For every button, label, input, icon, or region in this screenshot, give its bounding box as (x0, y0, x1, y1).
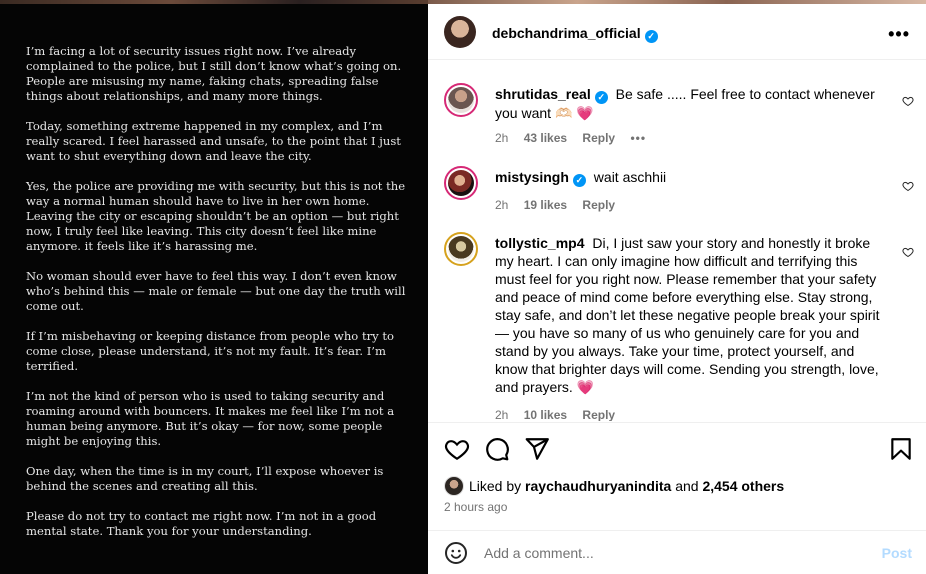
post-comment-button[interactable]: Post (882, 545, 912, 561)
reply-button[interactable]: Reply (582, 408, 615, 421)
comments-list: shrutidas_real ✓ Be safe ..... Feel free … (428, 61, 926, 421)
comment-likes[interactable]: 10 likes (524, 408, 567, 421)
comment-like-heart-icon[interactable] (902, 95, 914, 107)
comment-likes[interactable]: 43 likes (524, 131, 567, 145)
comment-likes[interactable]: 19 likes (524, 198, 567, 212)
comment-emoji: 💗 (576, 379, 595, 395)
comment-text: wait aschhii (593, 169, 667, 185)
reply-button[interactable]: Reply (582, 131, 615, 145)
more-options-icon[interactable]: ••• (888, 24, 910, 45)
comment-like-heart-icon[interactable] (902, 246, 914, 258)
comment-emoji: 🫶🏻 💗 (554, 105, 594, 121)
emoji-icon[interactable] (444, 541, 468, 565)
image-top-edge (0, 0, 428, 4)
reply-button[interactable]: Reply (582, 198, 615, 212)
add-comment-bar: Post (428, 530, 926, 574)
post-image: I’m facing a lot of security issues righ… (0, 0, 428, 574)
verified-badge-icon: ✓ (644, 30, 658, 43)
likes-others-link[interactable]: 2,454 others (702, 478, 784, 494)
comment-body: tollystic_mp4 Di, I just saw your story … (495, 234, 890, 396)
post-timestamp[interactable]: 2 hours ago (444, 500, 507, 514)
comment-meta: 2h 43 likes Reply ••• (495, 131, 658, 145)
post-paragraph: One day, when the time is in my court, I… (26, 464, 384, 493)
comment-like-heart-icon[interactable] (902, 180, 914, 192)
post-image-text: I’m facing a lot of security issues righ… (26, 44, 410, 554)
bookmark-icon[interactable] (888, 436, 914, 462)
comment-input[interactable] (484, 543, 864, 563)
author-username-text[interactable]: debchandrima_official (492, 25, 641, 41)
commenter-username[interactable]: mistysingh (495, 169, 569, 185)
post-actions-bar (428, 422, 926, 476)
post-paragraph: If I’m misbehaving or keeping distance f… (26, 329, 395, 373)
comment-meta: 2h 19 likes Reply (495, 198, 627, 212)
comment-text: Di, I just saw your story and honestly i… (495, 235, 880, 395)
comment-body: shrutidas_real ✓ Be safe ..... Feel free … (495, 85, 890, 122)
likes-joiner: and (675, 478, 699, 494)
comment-icon[interactable] (484, 436, 510, 462)
comment-meta: 2h 10 likes Reply (495, 408, 627, 421)
comment-time[interactable]: 2h (495, 131, 508, 145)
commenter-username[interactable]: shrutidas_real (495, 86, 591, 102)
comment-time[interactable]: 2h (495, 408, 508, 421)
liker-username[interactable]: raychaudhuryanindita (525, 478, 671, 494)
likes-text: Liked by raychaudhuryanindita and 2,454 … (469, 478, 784, 494)
likes-summary: Liked by raychaudhuryanindita and 2,454 … (444, 476, 914, 498)
verified-badge-icon: ✓ (572, 174, 586, 187)
liker-avatar[interactable] (444, 476, 464, 496)
verified-badge-icon: ✓ (594, 91, 608, 104)
comment-time[interactable]: 2h (495, 198, 508, 212)
heart-icon[interactable] (444, 436, 470, 462)
post-side-panel: debchandrima_official ✓ ••• shrutidas_rea… (428, 0, 926, 574)
commenter-avatar[interactable] (444, 166, 478, 200)
post-paragraph: Today, something extreme happened in my … (26, 119, 401, 163)
commenter-avatar[interactable] (444, 232, 478, 266)
comment-body: mistysingh ✓ wait aschhii (495, 168, 890, 187)
post-paragraph: Please do not try to contact me right no… (26, 509, 377, 538)
author-avatar[interactable] (444, 16, 476, 48)
post-paragraph: I’m not the kind of person who is used t… (26, 389, 395, 448)
author-username[interactable]: debchandrima_official ✓ (492, 25, 658, 43)
post-paragraph: No woman should ever have to feel this w… (26, 269, 406, 313)
post-paragraph: Yes, the police are providing me with se… (26, 179, 406, 253)
post-paragraph: I’m facing a lot of security issues righ… (26, 44, 402, 103)
commenter-username[interactable]: tollystic_mp4 (495, 235, 584, 251)
commenter-avatar[interactable] (444, 83, 478, 117)
comment-more-icon[interactable]: ••• (630, 131, 646, 145)
post-header: debchandrima_official ✓ ••• (428, 4, 926, 60)
share-icon[interactable] (524, 436, 550, 462)
likes-prefix: Liked by (469, 478, 522, 494)
